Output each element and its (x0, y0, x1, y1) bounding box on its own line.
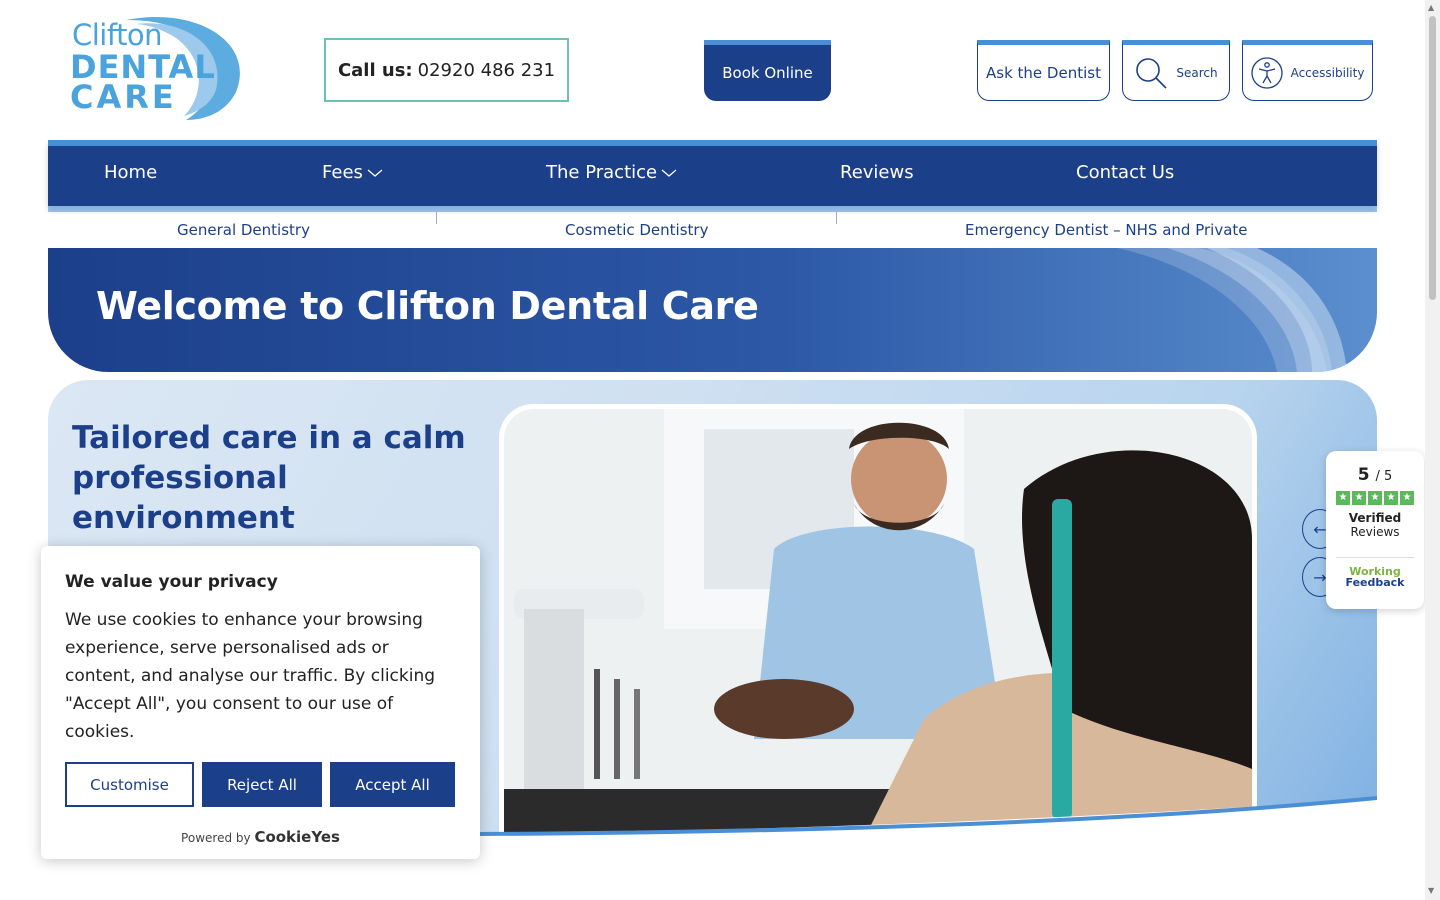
customise-button[interactable]: Customise (65, 762, 194, 807)
nav-item-reviews[interactable]: Reviews (840, 162, 914, 183)
nav-item-label: Home (104, 162, 158, 183)
star-icon: ★ (1336, 491, 1350, 505)
call-number[interactable]: 02920 486 231 (418, 60, 555, 81)
star-icon: ★ (1400, 491, 1414, 505)
call-label: Call us: (337, 59, 413, 81)
review-score-value: 5 (1357, 465, 1370, 485)
scroll-down-icon[interactable]: ▼ (1428, 886, 1434, 895)
reviews-verified-label: Verified (1348, 511, 1402, 525)
ask-the-dentist-button[interactable]: Ask the Dentist (977, 40, 1110, 101)
ask-the-dentist-label: Ask the Dentist (986, 63, 1101, 82)
review-score: 5 / 5 (1326, 465, 1424, 485)
accessibility-button[interactable]: Accessibility (1242, 40, 1373, 101)
accept-all-button[interactable]: Accept All (330, 762, 455, 807)
banner-swoosh-decoration (1117, 248, 1347, 372)
cookieyes-logo: CookieYes (254, 828, 340, 846)
nav-item-the-practice[interactable]: The Practice (546, 162, 677, 183)
powered-by-label: Powered by (181, 831, 251, 845)
cookie-body: We use cookies to enhance your browsing … (65, 610, 436, 742)
subnav-separator (436, 212, 437, 224)
review-score-max: / 5 (1375, 469, 1393, 484)
nav-item-label: Reviews (840, 162, 914, 183)
scroll-up-icon[interactable]: ▲ (1428, 3, 1434, 12)
provider-line2: Feedback (1345, 576, 1405, 589)
dental-consultation-image (504, 409, 1252, 839)
search-icon (1136, 57, 1167, 89)
star-icon: ★ (1352, 491, 1366, 505)
chevron-down-icon (661, 169, 677, 177)
subnav-item-cosmetic-dentistry[interactable]: Cosmetic Dentistry (565, 221, 708, 239)
working-feedback-logo: Working Feedback (1326, 566, 1424, 588)
scrollbar-thumb[interactable] (1429, 16, 1436, 300)
book-online-button[interactable]: Book Online (704, 40, 831, 101)
accessibility-icon (1250, 56, 1283, 89)
reviews-divider (1336, 557, 1414, 558)
page-scrollbar[interactable]: ▲ ▼ (1425, 0, 1440, 900)
nav-item-label: The Practice (546, 162, 658, 183)
nav-item-label: Contact Us (1076, 162, 1175, 183)
page-title: Welcome to Clifton Dental Care (96, 284, 759, 328)
nav-item-home[interactable]: Home (104, 162, 157, 183)
reject-all-button[interactable]: Reject All (202, 762, 322, 807)
welcome-banner: Welcome to Clifton Dental Care (48, 248, 1377, 372)
star-icon: ★ (1384, 491, 1398, 505)
main-nav: Home Fees The Practice Reviews Contact U… (48, 140, 1377, 206)
accessibility-label: Accessibility (1290, 65, 1365, 80)
hero-photo (504, 409, 1252, 839)
cookieyes-credit[interactable]: Powered by CookieYes (41, 828, 480, 846)
site-logo[interactable]: Clifton DENTAL CARE (66, 12, 246, 124)
search-button[interactable]: Search (1122, 40, 1230, 101)
rating-stars: ★ ★ ★ ★ ★ (1326, 491, 1424, 505)
logo-text-clifton: Clifton (72, 18, 163, 52)
nav-item-contact-us[interactable]: Contact Us (1076, 162, 1174, 183)
cookie-title: We value your privacy (65, 572, 278, 592)
reviews-widget[interactable]: 5 / 5 ★ ★ ★ ★ ★ Verified Reviews Working… (1326, 451, 1424, 609)
hero-heading: Tailored care in a calm professional env… (72, 420, 466, 536)
logo-text-care: CARE (70, 78, 177, 116)
arrow-left-icon: ← (1313, 519, 1327, 539)
subnav-divider (48, 206, 1377, 212)
chevron-down-icon (367, 169, 383, 177)
nav-item-fees[interactable]: Fees (322, 162, 383, 183)
subnav-item-emergency-dentist[interactable]: Emergency Dentist – NHS and Private (965, 221, 1248, 239)
star-icon: ★ (1368, 491, 1382, 505)
reviews-label: Reviews (1350, 525, 1400, 539)
nav-item-label: Fees (322, 162, 363, 183)
subnav-separator (836, 212, 837, 224)
cookie-consent-dialog: We value your privacy We use cookies to … (41, 546, 480, 859)
call-us-box[interactable]: Call us: 02920 486 231 (324, 38, 569, 102)
search-label: Search (1176, 65, 1218, 80)
subnav-item-general-dentistry[interactable]: General Dentistry (177, 221, 310, 239)
arrow-right-icon: → (1313, 567, 1327, 587)
